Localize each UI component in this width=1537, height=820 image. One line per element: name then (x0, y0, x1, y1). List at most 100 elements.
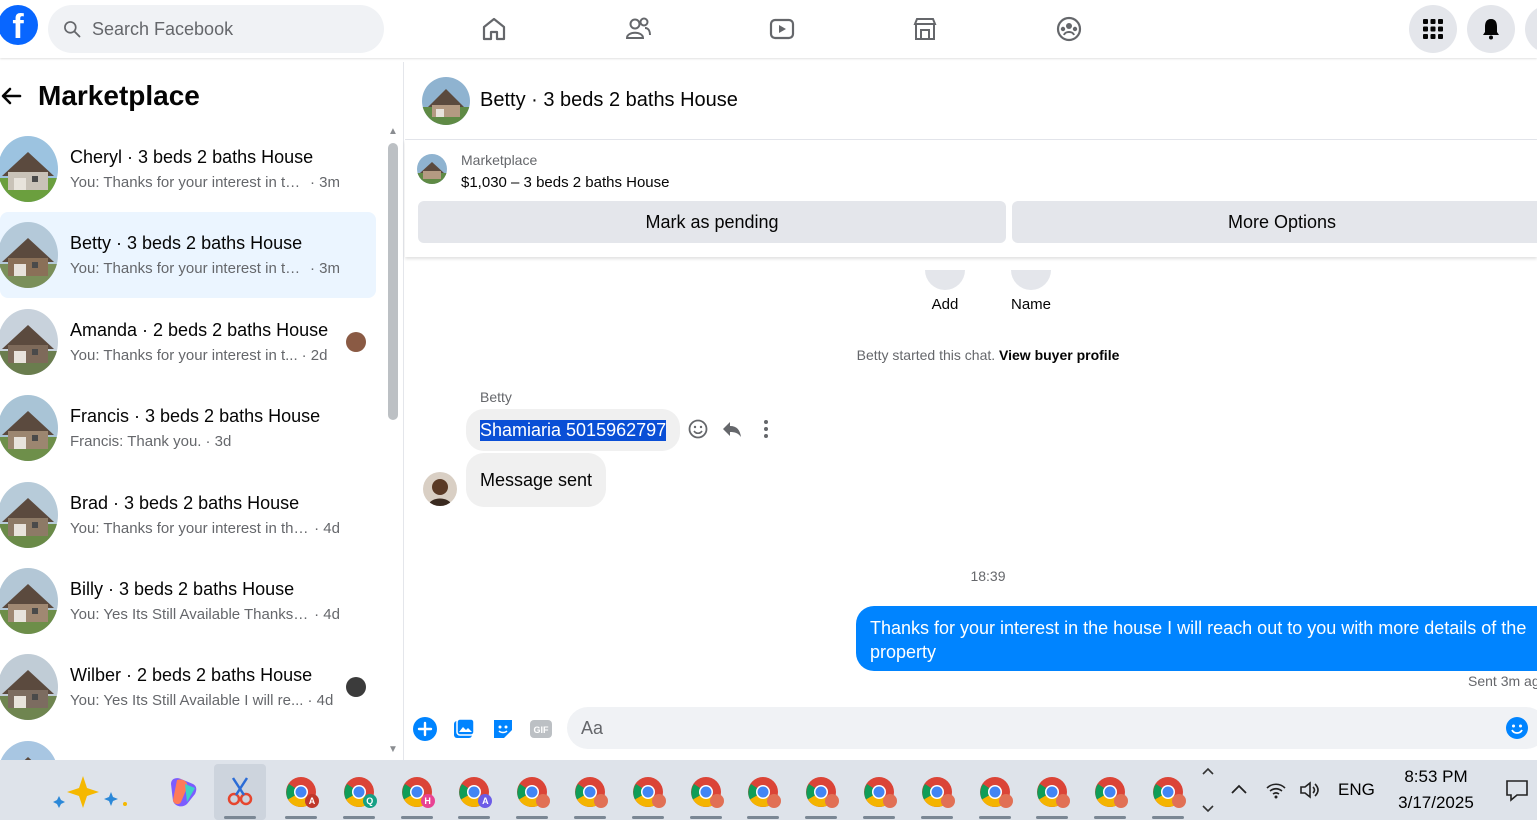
conversation-item[interactable]: Francis · 3 beds 2 baths House Francis: T… (0, 385, 376, 471)
message-composer: GIF (405, 700, 1537, 758)
clock-time: 8:53 PM (1404, 767, 1468, 786)
listing-source-label: Marketplace (461, 152, 538, 168)
scroll-up-icon[interactable]: ▲ (388, 126, 398, 137)
chrome-window-icon[interactable] (564, 764, 616, 820)
more-actions-plus-icon[interactable] (412, 716, 438, 742)
profile-badge: H (420, 794, 435, 808)
groups-icon[interactable] (1047, 8, 1091, 50)
menu-grid-icon[interactable] (1409, 5, 1457, 53)
scroll-down-icon[interactable]: ▼ (388, 744, 398, 755)
chrome-window-icon[interactable] (506, 764, 558, 820)
listing-thumbnail (0, 654, 58, 721)
copilot-sparkle-icon[interactable] (40, 764, 140, 820)
mark-as-pending-button[interactable]: Mark as pending (418, 201, 1006, 243)
chrome-window-icon[interactable] (853, 764, 905, 820)
system-clock[interactable]: 8:53 PM 3/17/2025 (1388, 764, 1484, 816)
chrome-window-icon[interactable] (969, 764, 1021, 820)
network-icon[interactable] (1264, 760, 1288, 820)
react-emoji-icon[interactable] (687, 418, 709, 440)
chrome-window-icon[interactable] (680, 764, 732, 820)
chrome-window-icon[interactable] (737, 764, 789, 820)
profile-badge: A (305, 794, 319, 808)
notifications-icon[interactable] (1467, 5, 1515, 53)
account-avatar[interactable] (1525, 5, 1537, 53)
home-icon[interactable] (472, 8, 516, 50)
chrome-window-icon[interactable] (1026, 764, 1078, 820)
clock-date: 3/17/2025 (1398, 793, 1474, 812)
sticker-icon[interactable] (490, 716, 516, 742)
listing-thumbnail[interactable] (422, 76, 470, 125)
listing-thumbnail (0, 395, 58, 462)
chrome-window-icon[interactable]: A (448, 764, 500, 820)
marketplace-icon[interactable] (903, 8, 947, 50)
chrome-window-icon[interactable] (911, 764, 963, 820)
outgoing-message-text[interactable]: Thanks for your interest in the house I … (870, 618, 1526, 662)
show-hidden-icons[interactable] (1228, 760, 1250, 820)
participant-avatar (346, 331, 366, 352)
message-input[interactable] (567, 707, 1537, 749)
conversation-item[interactable]: Cheryl · 3 beds 2 baths House You: Thanks… (0, 126, 376, 212)
conversation-time: · 4d (307, 692, 334, 710)
listing-card-thumbnail[interactable] (417, 154, 447, 184)
profile-badge (594, 794, 608, 808)
reply-icon[interactable] (721, 418, 743, 440)
chat-header: Betty · 3 beds 2 baths House (405, 62, 1537, 140)
chat-panel: Betty · 3 beds 2 baths House Marketplace… (405, 62, 1537, 760)
conversation-time: · 3d (205, 433, 232, 451)
sender-avatar[interactable] (423, 472, 457, 506)
friends-icon[interactable] (616, 8, 660, 50)
chrome-window-icon[interactable] (622, 764, 674, 820)
participant-avatar (346, 677, 366, 698)
incoming-message[interactable]: Message sent (466, 453, 607, 507)
chrome-window-icon[interactable] (1084, 764, 1136, 820)
snipping-tool-icon[interactable] (214, 764, 266, 820)
chrome-window-icon[interactable] (1142, 764, 1194, 820)
watch-icon[interactable] (760, 8, 804, 50)
conversation-item[interactable]: Brad · 3 beds 2 baths House You: Thanks f… (0, 472, 376, 558)
view-buyer-profile-link[interactable]: View buyer profile (999, 347, 1119, 363)
sidebar-title: Marketplace (38, 80, 200, 111)
notification-center-icon[interactable] (1503, 760, 1531, 820)
language-indicator[interactable]: ENG (1338, 760, 1375, 820)
chrome-window-icon[interactable] (795, 764, 847, 820)
outgoing-message[interactable]: Thanks for your interest in the house I … (856, 606, 1537, 671)
search-input[interactable] (92, 18, 352, 40)
taskbar-scroll[interactable] (1200, 760, 1216, 820)
attach-photo-icon[interactable] (451, 716, 477, 742)
conversation-title: Billy · 3 beds 2 baths House (70, 579, 295, 599)
more-options-button[interactable]: More Options (1012, 201, 1537, 243)
conversation-preview: You: Thanks for your interest in the ... (70, 519, 311, 537)
conversation-item[interactable]: Amanda · 2 beds 2 baths House You: Thanks… (0, 299, 376, 385)
search-box[interactable] (48, 5, 384, 53)
copilot-app-icon[interactable] (157, 764, 209, 820)
incoming-message[interactable]: Shamiaria 5015962797 (466, 409, 681, 451)
gif-icon[interactable]: GIF (528, 716, 554, 742)
conversation-item[interactable]: Pam · 3 beds 1 bath House (0, 731, 376, 760)
add-action[interactable]: Add (925, 270, 965, 313)
back-arrow-icon[interactable] (0, 84, 24, 108)
conversation-item[interactable]: Wilber · 2 beds 2 baths House You: Yes It… (0, 644, 376, 730)
chrome-window-icon[interactable]: A (275, 764, 327, 820)
listing-price-title[interactable]: $1,030 – 3 beds 2 baths House (461, 174, 670, 191)
volume-icon[interactable] (1297, 760, 1321, 820)
incoming-message-text[interactable]: Message sent (480, 470, 592, 491)
conversation-item[interactable]: Billy · 3 beds 2 baths House You: Yes Its… (0, 558, 376, 644)
name-action-label: Name (1011, 296, 1052, 313)
sidebar-scrollbar[interactable] (388, 143, 398, 420)
chrome-window-icon[interactable]: Q (333, 764, 385, 820)
facebook-logo[interactable]: f (0, 5, 38, 45)
chat-started-notice: Betty started this chat. View buyer prof… (405, 347, 1537, 363)
more-vertical-icon[interactable] (755, 418, 777, 440)
chrome-window-icon[interactable]: H (391, 764, 443, 820)
profile-badge (709, 794, 724, 808)
marketplace-sidebar: Marketplace Cheryl · 3 beds 2 baths Hous… (0, 62, 404, 760)
conversation-title: Betty · 3 beds 2 baths House (70, 233, 303, 254)
search-icon (64, 21, 81, 38)
conversation-preview: You: Thanks for your interest in the... (70, 260, 306, 278)
name-action[interactable]: Name (1011, 270, 1051, 313)
chat-title[interactable]: Betty · 3 beds 2 baths House (480, 89, 738, 112)
conversation-item[interactable]: Betty · 3 beds 2 baths House You: Thanks … (0, 212, 376, 299)
incoming-message-text[interactable]: Shamiaria 5015962797 (480, 419, 667, 441)
emoji-icon[interactable] (1505, 716, 1529, 740)
listing-thumbnail (0, 222, 58, 289)
